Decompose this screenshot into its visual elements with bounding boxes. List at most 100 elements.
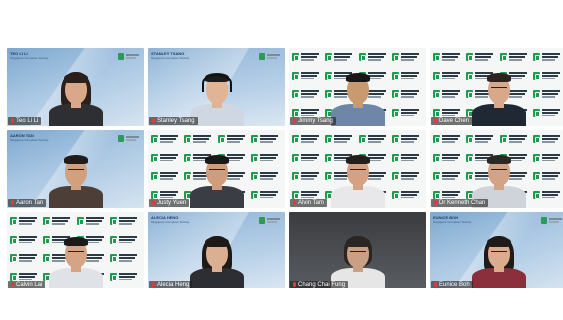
participant-name-tag: Dave Chen bbox=[431, 117, 473, 125]
participant-tile[interactable]: ALECIA HENG Singapore Computer Society Ale… bbox=[148, 212, 285, 290]
hkcs-logo-icon bbox=[433, 170, 464, 187]
participant-video bbox=[189, 148, 244, 208]
hkcs-logo-icon bbox=[433, 152, 464, 169]
participant-name-tag: Aaron Tan bbox=[8, 199, 47, 207]
glasses-icon bbox=[349, 169, 366, 173]
participant-video bbox=[189, 230, 244, 290]
hkcs-logo-icon bbox=[433, 133, 464, 150]
hkcs-logo-icon bbox=[109, 234, 141, 251]
background-org-label: Singapore Computer Society bbox=[10, 56, 49, 60]
hkcs-logo-icon bbox=[532, 107, 563, 124]
hkcs-logo-icon bbox=[391, 51, 423, 68]
headset-icon bbox=[201, 74, 232, 92]
hkcs-logo-icon bbox=[151, 133, 182, 150]
participant-video bbox=[48, 66, 103, 126]
participant-name: Stanley Tsang bbox=[157, 118, 195, 124]
glasses-icon bbox=[490, 169, 507, 173]
hkcs-logo-icon bbox=[250, 170, 282, 187]
participant-video bbox=[48, 230, 103, 290]
scs-logo-icon bbox=[118, 135, 140, 143]
participant-tile[interactable]: EUNICE BOH Singapore Computer Society Euni… bbox=[430, 212, 563, 290]
glasses-icon bbox=[67, 169, 84, 173]
scs-logo-icon bbox=[259, 217, 281, 225]
hkcs-logo-icon bbox=[10, 252, 41, 269]
glasses-icon bbox=[490, 87, 507, 91]
participant-name: Dave Chen bbox=[439, 118, 470, 124]
hkcs-logo-icon bbox=[292, 88, 323, 105]
hkcs-logo-icon bbox=[391, 88, 423, 105]
video-gallery: TEO LI LI Singapore Computer Society Teo L… bbox=[7, 48, 563, 290]
hkcs-logo-icon bbox=[391, 133, 423, 150]
background-org-label: Singapore Computer Society bbox=[10, 138, 49, 142]
participant-name: Teo Li Li bbox=[16, 118, 39, 124]
virtual-background-header: STANLEY TSANG Singapore Computer Society bbox=[151, 51, 211, 61]
glasses-icon bbox=[67, 251, 84, 255]
hkcs-logo-icon bbox=[10, 234, 41, 251]
mic-muted-icon bbox=[293, 200, 296, 205]
mic-muted-icon bbox=[11, 282, 14, 287]
hkcs-logo-icon bbox=[532, 152, 563, 169]
hkcs-logo-icon bbox=[292, 51, 323, 68]
participant-tile[interactable]: Dr Kenneth Chan bbox=[430, 130, 563, 208]
participant-tile[interactable]: STANLEY TSANG Singapore Computer Society S… bbox=[148, 48, 285, 126]
hkcs-logo-icon bbox=[151, 170, 182, 187]
participant-name-tag: Dr Kenneth Chan bbox=[431, 199, 489, 207]
hkcs-logo-icon bbox=[532, 51, 563, 68]
participant-tile[interactable]: Dave Chen bbox=[430, 48, 563, 126]
mic-muted-icon bbox=[293, 282, 296, 287]
participant-video bbox=[189, 66, 244, 126]
participant-name: Justy Yuen bbox=[157, 200, 187, 206]
participant-name: Aaron Tan bbox=[16, 200, 44, 206]
hkcs-logo-icon bbox=[433, 51, 464, 68]
participant-video bbox=[330, 148, 385, 208]
glasses-icon bbox=[208, 169, 225, 173]
participant-video bbox=[471, 66, 526, 126]
participant-tile[interactable]: AARON TAN Singapore Computer Society Aaron… bbox=[7, 130, 144, 208]
hkcs-logo-icon bbox=[109, 271, 141, 288]
hkcs-logo-icon bbox=[532, 88, 563, 105]
hkcs-logo-icon bbox=[292, 152, 323, 169]
participant-video bbox=[471, 230, 526, 290]
top-margin bbox=[0, 0, 563, 46]
participant-tile[interactable]: TEO LI LI Singapore Computer Society Teo L… bbox=[7, 48, 144, 126]
participant-video bbox=[330, 66, 385, 126]
virtual-background-header: AARON TAN Singapore Computer Society bbox=[10, 133, 70, 143]
hkcs-logo-icon bbox=[391, 170, 423, 187]
hkcs-logo-icon bbox=[391, 152, 423, 169]
hkcs-logo-icon bbox=[391, 107, 423, 124]
hkcs-logo-icon bbox=[433, 70, 464, 87]
hkcs-logo-icon bbox=[391, 70, 423, 87]
bottom-margin bbox=[0, 288, 563, 320]
mic-muted-icon bbox=[434, 282, 437, 287]
hkcs-logo-icon bbox=[433, 88, 464, 105]
mic-muted-icon bbox=[152, 200, 155, 205]
participant-tile[interactable]: Chang Chai Fung bbox=[289, 212, 426, 290]
hkcs-logo-icon bbox=[250, 133, 282, 150]
virtual-background-header: TEO LI LI Singapore Computer Society bbox=[10, 51, 70, 61]
mic-muted-icon bbox=[293, 118, 296, 123]
participant-tile[interactable]: Calvin Lai bbox=[7, 212, 144, 290]
virtual-background-header: EUNICE BOH Singapore Computer Society bbox=[433, 215, 493, 225]
background-org-label: Singapore Computer Society bbox=[151, 56, 190, 60]
hkcs-logo-icon bbox=[10, 215, 41, 232]
participant-tile[interactable]: Justy Yuen bbox=[148, 130, 285, 208]
mic-muted-icon bbox=[434, 200, 437, 205]
mic-muted-icon bbox=[11, 118, 14, 123]
participant-name-tag: Teo Li Li bbox=[8, 117, 42, 125]
participant-tile[interactable]: Alvin Tam bbox=[289, 130, 426, 208]
mic-muted-icon bbox=[152, 118, 155, 123]
hkcs-logo-icon bbox=[109, 252, 141, 269]
participant-tile[interactable]: Jimmy Tsang bbox=[289, 48, 426, 126]
glasses-icon bbox=[490, 251, 507, 255]
background-org-label: Singapore Computer Society bbox=[151, 220, 190, 224]
virtual-background-header: ALECIA HENG Singapore Computer Society bbox=[151, 215, 211, 225]
scs-logo-icon bbox=[259, 53, 281, 61]
hkcs-logo-icon bbox=[532, 133, 563, 150]
mic-muted-icon bbox=[152, 282, 155, 287]
scs-logo-icon bbox=[118, 53, 140, 61]
hkcs-logo-icon bbox=[391, 189, 423, 206]
hkcs-logo-icon bbox=[532, 70, 563, 87]
mic-muted-icon bbox=[11, 200, 14, 205]
participant-name-tag: Alvin Tam bbox=[290, 199, 327, 207]
participant-name-tag: Justy Yuen bbox=[149, 199, 190, 207]
